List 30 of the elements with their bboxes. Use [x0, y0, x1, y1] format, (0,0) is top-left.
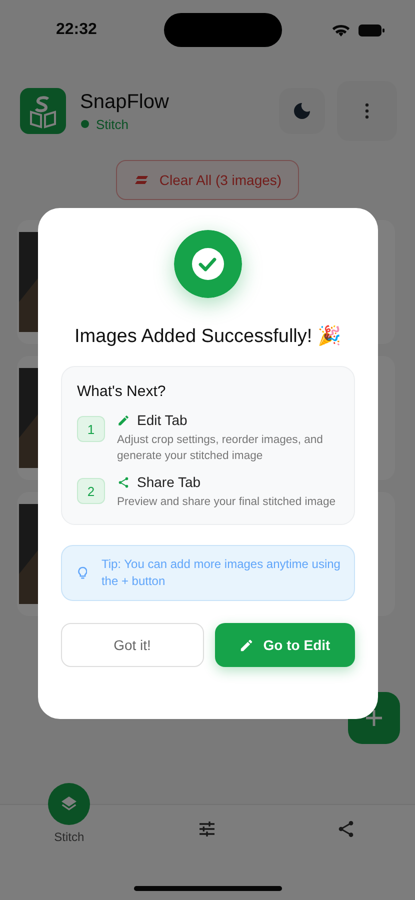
step-number: 2 [77, 478, 105, 504]
theme-button[interactable] [279, 88, 325, 134]
status-time: 22:32 [56, 21, 97, 39]
pencil-icon [117, 414, 130, 426]
app-logo-icon [20, 88, 66, 134]
tip-text: Tip: You can add more images anytime using the + button [101, 556, 342, 590]
app-subtitle: Stitch [96, 116, 129, 132]
moon-icon [293, 102, 311, 120]
step-title: Edit Tab [137, 412, 188, 428]
step-title: Share Tab [137, 474, 201, 490]
step-number: 1 [77, 416, 105, 442]
eraser-icon [135, 175, 150, 185]
section-title: What's Next? [77, 383, 167, 400]
go-to-edit-button[interactable]: Go to Edit [214, 623, 355, 667]
leaf-icon [80, 119, 90, 129]
wifi-icon [332, 24, 350, 36]
lightbulb-icon [78, 565, 88, 581]
success-check-icon [174, 230, 242, 298]
more-icon [365, 103, 369, 119]
share-icon [117, 476, 130, 488]
clear-all-button[interactable]: Clear All (3 images) [116, 160, 299, 200]
step-description: Preview and share your final stitched image [117, 495, 336, 510]
step-description: Adjust crop settings, reorder images, and generate your stitched image [117, 433, 324, 464]
sliders-icon [197, 819, 218, 839]
app-title: SnapFlow [80, 90, 170, 114]
dialog-title: Images Added Successfully! 🎉 [74, 324, 342, 348]
battery-icon [358, 24, 385, 36]
nav-tab[interactable]: Stitch [0, 783, 138, 900]
got-it-button[interactable]: Got it! [61, 623, 204, 667]
pencil-icon [239, 638, 254, 652]
